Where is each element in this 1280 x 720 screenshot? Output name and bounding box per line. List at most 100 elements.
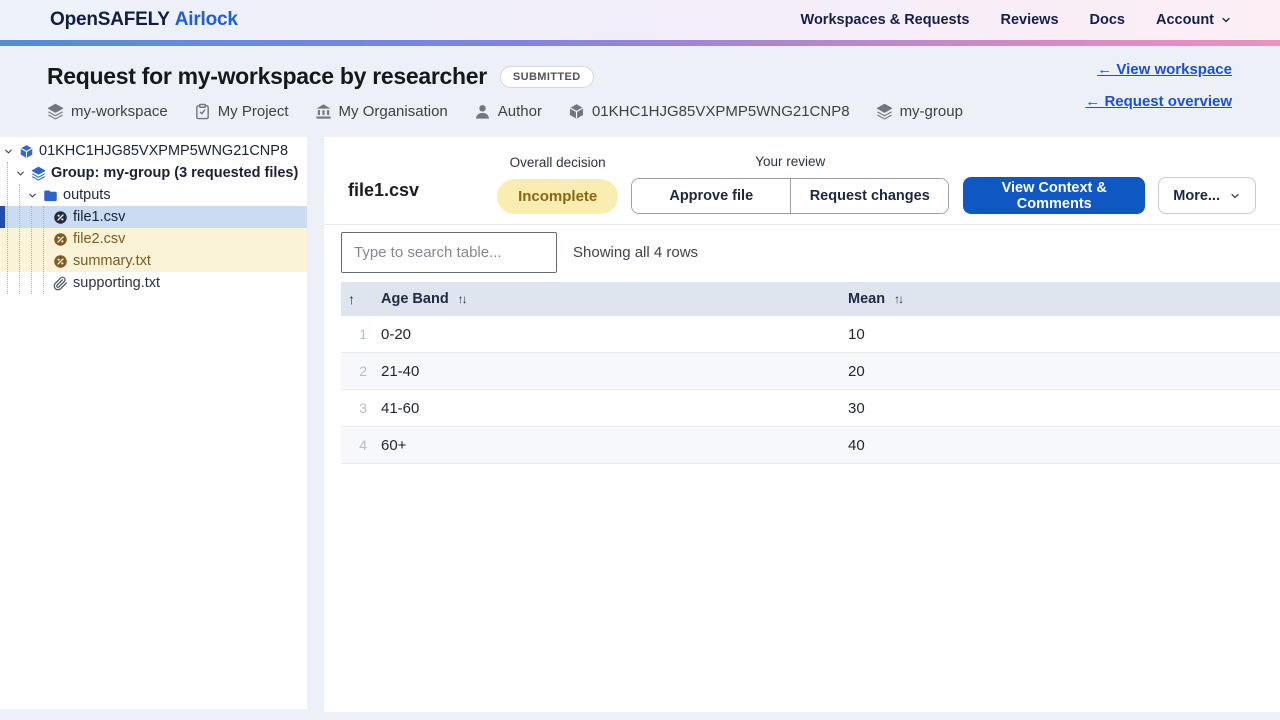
file-tree: 01KHC1HJG85VXPMP5WNG21CNP8 Group: my-gro…: [0, 140, 307, 294]
tree-item-group[interactable]: Group: my-group (3 requested files): [0, 162, 307, 184]
meta-author: Author: [474, 103, 542, 120]
nav-item-reviews[interactable]: Reviews: [1000, 12, 1058, 28]
column-header-mean[interactable]: Mean ↑↓: [848, 291, 1280, 307]
cell-mean: 40: [848, 436, 865, 454]
meta-workspace-label: my-workspace: [71, 103, 168, 120]
tree-item-label: 01KHC1HJG85VXPMP5WNG21CNP8: [39, 143, 289, 159]
request-meta: my-workspace My Project My Organisation …: [47, 103, 1232, 120]
table-header-row: ↑ Age Band ↑↓ Mean ↑↓: [341, 282, 1280, 316]
folder-icon: [44, 190, 57, 201]
nav-item-docs[interactable]: Docs: [1090, 12, 1125, 28]
request-overview-link[interactable]: ← Request overview: [1085, 93, 1232, 110]
file-title: file1.csv: [348, 180, 420, 200]
layers-icon: [876, 103, 892, 120]
search-input[interactable]: [341, 232, 557, 273]
cell-age-band: 0-20: [381, 325, 412, 343]
tree-item-summary[interactable]: summary.txt: [0, 250, 307, 272]
chevron-down-icon[interactable]: [3, 146, 14, 157]
file-chart-icon: [54, 210, 67, 224]
top-nav-items: Workspaces & Requests Reviews Docs Accou…: [801, 12, 1232, 28]
meta-request-id: 01KHC1HJG85VXPMP5WNG21CNP8: [568, 103, 850, 120]
data-table: ↑ Age Band ↑↓ Mean ↑↓ 1 0-20 10 2 21-40 …: [341, 282, 1280, 464]
tree-item-request-id[interactable]: 01KHC1HJG85VXPMP5WNG21CNP8: [0, 140, 307, 162]
cell-mean: 10: [848, 325, 865, 343]
tree-item-label: Group: my-group (3 requested files): [51, 165, 299, 181]
meta-organisation: My Organisation: [315, 103, 448, 120]
layers-icon: [31, 166, 46, 181]
review-button-group: Approve file Request changes: [631, 178, 950, 214]
tree-item-file1[interactable]: file1.csv: [0, 206, 307, 228]
table-row: 4 60+ 40: [341, 427, 1280, 464]
decision-incomplete-badge: Incomplete: [497, 179, 619, 214]
request-changes-button[interactable]: Request changes: [790, 179, 949, 213]
cell-age-band: 21-40: [381, 362, 420, 380]
sort-both-icon: ↑↓: [457, 292, 468, 306]
chevron-down-icon: [1222, 17, 1230, 23]
tree-item-file2[interactable]: file2.csv: [0, 228, 307, 250]
nav-item-workspaces-requests[interactable]: Workspaces & Requests: [801, 12, 970, 28]
layers-icon: [47, 103, 64, 120]
paperclip-icon: [53, 276, 68, 290]
file-chart-icon: [54, 232, 67, 246]
overall-decision-label: Overall decision: [509, 155, 606, 170]
meta-request-id-label: 01KHC1HJG85VXPMP5WNG21CNP8: [591, 103, 850, 120]
row-number-sort-header[interactable]: ↑: [341, 291, 381, 308]
tree-item-label: outputs: [63, 187, 111, 203]
sort-both-icon: ↑↓: [894, 292, 904, 306]
chevron-down-icon[interactable]: [15, 168, 26, 179]
meta-author-label: Author: [497, 103, 542, 120]
table-row: 3 41-60 30: [341, 390, 1280, 427]
file-tree-sidebar: 01KHC1HJG85VXPMP5WNG21CNP8 Group: my-gro…: [0, 137, 307, 709]
meta-workspace: my-workspace: [47, 103, 168, 120]
brand-part1: OpenSAFELY: [50, 9, 170, 30]
row-number: 4: [359, 437, 367, 453]
page-title: Request for my-workspace by researcher: [47, 63, 487, 89]
tree-item-label: supporting.txt: [73, 275, 161, 291]
nav-item-account[interactable]: Account: [1156, 12, 1232, 28]
file-detail-panel: file1.csv Overall decision Incomplete Yo…: [324, 137, 1280, 712]
chevron-down-icon[interactable]: [27, 190, 38, 201]
row-number: 1: [359, 326, 367, 342]
meta-project-label: My Project: [217, 103, 289, 120]
row-number: 2: [359, 363, 367, 379]
tree-indent-guide: [7, 162, 8, 294]
column-header-age-band[interactable]: Age Band ↑↓: [381, 291, 848, 307]
organisation-icon: [315, 104, 331, 119]
meta-project: My Project: [194, 103, 289, 120]
more-button[interactable]: More...: [1158, 177, 1256, 214]
meta-group-label: my-group: [899, 103, 963, 120]
brand-part2: Airlock: [174, 9, 238, 30]
table-toolbar: Showing all 4 rows: [324, 225, 1280, 273]
approve-file-button[interactable]: Approve file: [632, 179, 791, 213]
tree-indent-guide: [19, 184, 20, 294]
column-header-label: Mean: [848, 291, 886, 307]
table-row: 1 0-20 10: [341, 316, 1280, 353]
cell-age-band: 41-60: [381, 399, 420, 417]
request-header: Request for my-workspace by researcher S…: [0, 46, 1280, 137]
more-button-label: More...: [1173, 187, 1220, 204]
tree-item-supporting[interactable]: supporting.txt: [0, 272, 307, 294]
user-icon: [475, 105, 489, 119]
meta-group: my-group: [876, 103, 963, 120]
tree-item-label: file2.csv: [73, 231, 126, 247]
file-chart-icon: [54, 254, 67, 268]
view-workspace-link[interactable]: ← View workspace: [1097, 61, 1232, 78]
sort-ascending-icon: ↑: [348, 290, 355, 307]
brand-logo[interactable]: OpenSAFELY Airlock: [50, 9, 238, 31]
your-review: Your review Approve file Request changes: [631, 154, 950, 214]
nav-account-label: Account: [1156, 12, 1214, 28]
cube-icon: [20, 144, 33, 158]
tree-item-label: summary.txt: [73, 253, 151, 269]
tree-indent-guide: [31, 206, 32, 294]
clipboard-icon: [195, 103, 209, 120]
tree-item-outputs-folder[interactable]: outputs: [0, 184, 307, 206]
your-review-label: Your review: [755, 154, 826, 169]
view-context-comments-button[interactable]: View Context & Comments: [963, 177, 1146, 214]
status-badge: SUBMITTED: [499, 65, 594, 88]
column-header-label: Age Band: [381, 291, 449, 307]
cube-icon: [569, 104, 583, 119]
cell-age-band: 60+: [381, 436, 407, 454]
top-nav: OpenSAFELY Airlock Workspaces & Requests …: [0, 0, 1280, 40]
tree-item-label: file1.csv: [73, 209, 126, 225]
table-row: 2 21-40 20: [341, 353, 1280, 390]
